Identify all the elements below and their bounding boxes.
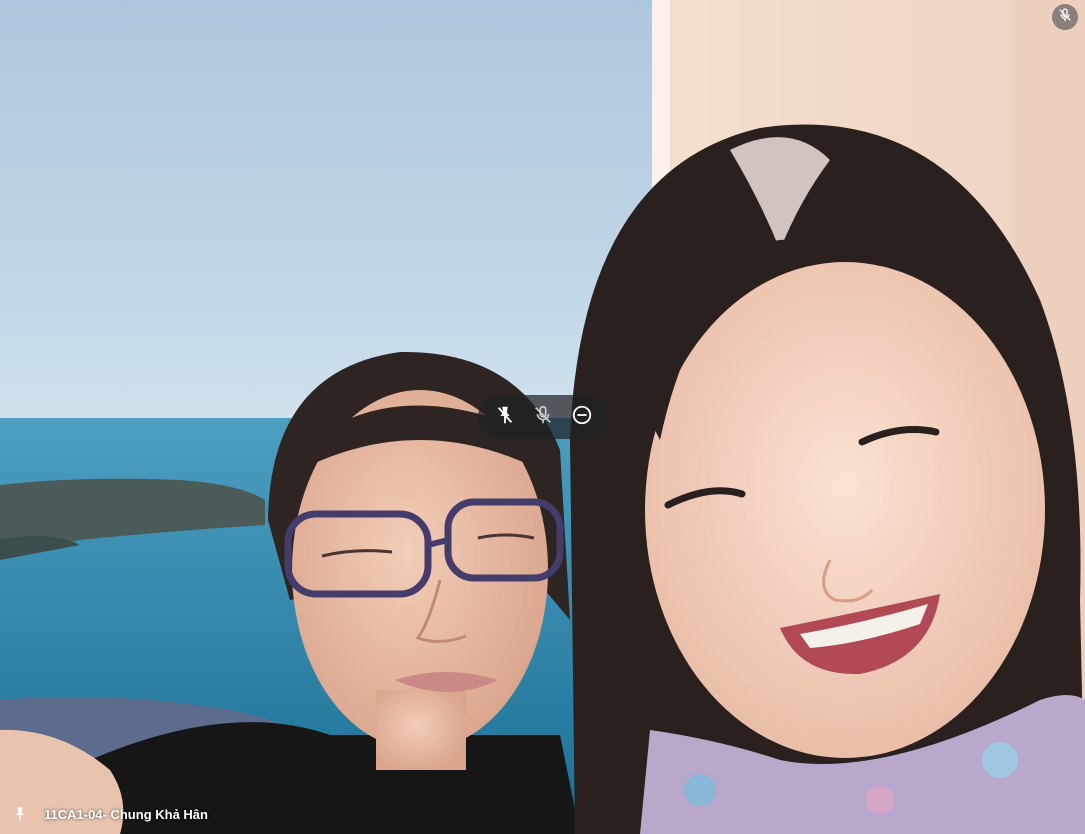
mic-off-icon — [532, 404, 554, 431]
mute-participant-button[interactable] — [526, 400, 560, 434]
unpin-icon — [494, 404, 516, 431]
child-face — [645, 262, 1045, 758]
tile-hover-controls — [478, 395, 609, 439]
unpin-button[interactable] — [488, 400, 522, 434]
remove-icon — [571, 404, 593, 431]
mic-off-icon — [1057, 7, 1073, 28]
pin-icon — [10, 804, 30, 824]
remove-participant-button[interactable] — [565, 400, 599, 434]
participant-name: 11CA1-04- Chung Khả Hân — [44, 806, 208, 822]
participant-video-tile[interactable]: 11CA1-04- Chung Khả Hân — [0, 0, 1085, 834]
mic-off-indicator — [1052, 4, 1078, 30]
sky — [0, 0, 660, 430]
participant-name-bar: 11CA1-04- Chung Khả Hân — [0, 794, 400, 834]
